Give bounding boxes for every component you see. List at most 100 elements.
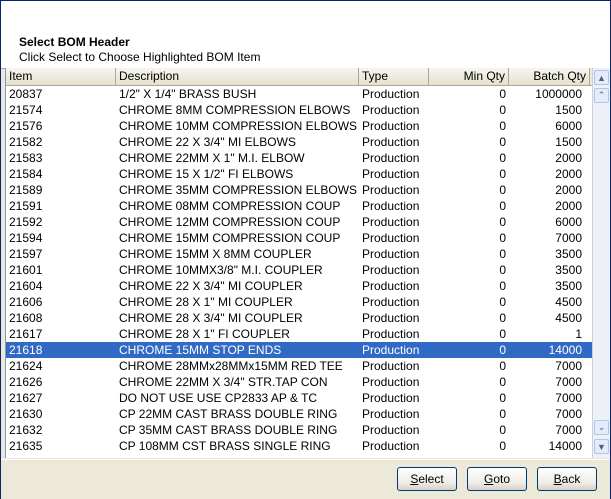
- cell-type: Production: [362, 119, 420, 133]
- cell-description: 1/2" X 1/4" BRASS BUSH: [119, 87, 257, 101]
- cell-min-qty: 0: [499, 103, 506, 117]
- cell-batch-qty: 6000: [555, 119, 582, 133]
- cell-min-qty: 0: [499, 327, 506, 341]
- cell-description: DO NOT USE USE CP2833 AP & TC: [119, 391, 318, 405]
- cell-min-qty: 0: [499, 247, 506, 261]
- goto-button[interactable]: Goto: [467, 467, 527, 491]
- table-row[interactable]: 20837 1/2" X 1/4" BRASS BUSH Production 0 10…: [6, 86, 593, 102]
- table-row[interactable]: 21604 CHROME 22 X 3/4" MI COUPLER Producti…: [6, 278, 593, 294]
- table-row[interactable]: 21627 DO NOT USE USE CP2833 AP & TC Produc…: [6, 390, 593, 406]
- cell-batch-qty: 14000: [548, 343, 582, 357]
- cell-type: Production: [362, 279, 420, 293]
- cell-description: CHROME 28MMx28MMx15MM RED TEE: [119, 359, 343, 373]
- table-row[interactable]: 21574 CHROME 8MM COMPRESSION ELBOWS Produc…: [6, 102, 593, 118]
- cell-type: Production: [362, 247, 420, 261]
- table-row[interactable]: 21584 CHROME 15 X 1/2" FI ELBOWS Productio…: [6, 166, 593, 182]
- cell-description: CHROME 22 X 3/4" MI COUPLER: [119, 279, 303, 293]
- cell-batch-qty: 4500: [555, 311, 582, 325]
- cell-min-qty: 0: [499, 119, 506, 133]
- cell-type: Production: [362, 359, 420, 373]
- cell-description: CHROME 28 X 1" FI COUPLER: [119, 327, 290, 341]
- cell-item: 20837: [9, 87, 43, 101]
- cell-min-qty: 0: [499, 439, 506, 453]
- table-row[interactable]: 21617 CHROME 28 X 1" FI COUPLER Production…: [6, 326, 593, 342]
- scroll-up-icon[interactable]: ▲: [594, 70, 609, 85]
- table-row[interactable]: 21626 CHROME 22MM X 3/4" STR.TAP CON Produ…: [6, 374, 593, 390]
- bom-dialog: Select BOM Header Click Select to Choose…: [0, 0, 611, 499]
- cell-item: 21592: [9, 215, 43, 229]
- back-button[interactable]: Back: [537, 467, 597, 491]
- table-row[interactable]: 21591 CHROME 08MM COMPRESSION COUP Product…: [6, 198, 593, 214]
- grid-rows: 20837 1/2" X 1/4" BRASS BUSH Production 0 10…: [6, 86, 593, 454]
- cell-type: Production: [362, 231, 420, 245]
- cell-item: 21626: [9, 375, 43, 389]
- cell-item: 21582: [9, 135, 43, 149]
- cell-item: 21584: [9, 167, 43, 181]
- cell-item: 21635: [9, 439, 43, 453]
- column-header-row: Item Description Type Min Qty Batch Qty: [6, 68, 593, 86]
- cell-description: CHROME 35MM COMPRESSION ELBOWS: [119, 183, 358, 197]
- vertical-scrollbar[interactable]: ▲ ⌃ ⌄ ▼: [592, 68, 610, 458]
- cell-batch-qty: 7000: [555, 423, 582, 437]
- table-row[interactable]: 21583 CHROME 22MM X 1" M.I. ELBOW Producti…: [6, 150, 593, 166]
- cell-min-qty: 0: [499, 295, 506, 309]
- table-row[interactable]: 21601 CHROME 10MMX3/8" M.I. COUPLER Produc…: [6, 262, 593, 278]
- table-row[interactable]: 21632 CP 35MM CAST BRASS DOUBLE RING Produ…: [6, 422, 593, 438]
- cell-item: 21583: [9, 151, 43, 165]
- column-header-type[interactable]: Type: [359, 68, 429, 85]
- table-row[interactable]: 21606 CHROME 28 X 1" MI COUPLER Production…: [6, 294, 593, 310]
- bom-grid[interactable]: Item Description Type Min Qty Batch Qty …: [5, 68, 593, 458]
- cell-description: CP 22MM CAST BRASS DOUBLE RING: [119, 407, 338, 421]
- table-row-selected[interactable]: 21618 CHROME 15MM STOP ENDS Production 0 140…: [6, 342, 593, 358]
- select-button[interactable]: Select: [397, 467, 457, 491]
- cell-batch-qty: 7000: [555, 231, 582, 245]
- table-row[interactable]: 21624 CHROME 28MMx28MMx15MM RED TEE Produc…: [6, 358, 593, 374]
- cell-item: 21601: [9, 263, 43, 277]
- table-row[interactable]: 21589 CHROME 35MM COMPRESSION ELBOWS Produ…: [6, 182, 593, 198]
- cell-item: 21627: [9, 391, 43, 405]
- cell-batch-qty: 7000: [555, 407, 582, 421]
- cell-batch-qty: 14000: [548, 439, 582, 453]
- dialog-footer: Select Goto Back: [1, 459, 610, 499]
- cell-item: 21594: [9, 231, 43, 245]
- cell-type: Production: [362, 311, 420, 325]
- cell-item: 21597: [9, 247, 43, 261]
- scroll-down-icon[interactable]: ▼: [594, 439, 609, 454]
- cell-batch-qty: 1000000: [535, 87, 582, 101]
- cell-item: 21591: [9, 199, 43, 213]
- table-row[interactable]: 21608 CHROME 28 X 3/4" MI COUPLER Producti…: [6, 310, 593, 326]
- cell-item: 21576: [9, 119, 43, 133]
- cell-batch-qty: 1: [575, 327, 582, 341]
- cell-type: Production: [362, 407, 420, 421]
- cell-batch-qty: 3500: [555, 247, 582, 261]
- table-row[interactable]: 21635 CP 108MM CST BRASS SINGLE RING Produ…: [6, 438, 593, 454]
- cell-min-qty: 0: [499, 215, 506, 229]
- cell-type: Production: [362, 423, 420, 437]
- table-row[interactable]: 21582 CHROME 22 X 3/4" MI ELBOWS Productio…: [6, 134, 593, 150]
- table-row[interactable]: 21597 CHROME 15MM X 8MM COUPLER Production…: [6, 246, 593, 262]
- cell-description: CHROME 15 X 1/2" FI ELBOWS: [119, 167, 294, 181]
- cell-min-qty: 0: [499, 391, 506, 405]
- table-row[interactable]: 21594 CHROME 15MM COMPRESSION COUP Product…: [6, 230, 593, 246]
- table-row[interactable]: 21576 CHROME 10MM COMPRESSION ELBOWS Produ…: [6, 118, 593, 134]
- cell-min-qty: 0: [499, 407, 506, 421]
- cell-description: CHROME 22MM X 3/4" STR.TAP CON: [119, 375, 328, 389]
- table-row[interactable]: 21630 CP 22MM CAST BRASS DOUBLE RING Produ…: [6, 406, 593, 422]
- page-up-icon[interactable]: ⌃: [594, 88, 609, 103]
- cell-batch-qty: 3500: [555, 279, 582, 293]
- column-header-item[interactable]: Item: [6, 68, 116, 85]
- cell-description: CHROME 22MM X 1" M.I. ELBOW: [119, 151, 305, 165]
- cell-type: Production: [362, 295, 420, 309]
- cell-description: CHROME 12MM COMPRESSION COUP: [119, 215, 341, 229]
- cell-type: Production: [362, 439, 420, 453]
- cell-description: CHROME 08MM COMPRESSION COUP: [119, 199, 341, 213]
- column-header-batch-qty[interactable]: Batch Qty: [509, 68, 590, 85]
- table-row[interactable]: 21592 CHROME 12MM COMPRESSION COUP Product…: [6, 214, 593, 230]
- cell-description: CHROME 28 X 3/4" MI COUPLER: [119, 311, 303, 325]
- page-down-icon[interactable]: ⌄: [594, 420, 609, 435]
- column-header-description[interactable]: Description: [116, 68, 359, 85]
- cell-description: CHROME 10MM COMPRESSION ELBOWS: [119, 119, 358, 133]
- cell-batch-qty: 4500: [555, 295, 582, 309]
- column-header-min-qty[interactable]: Min Qty: [429, 68, 509, 85]
- cell-item: 21618: [9, 343, 43, 357]
